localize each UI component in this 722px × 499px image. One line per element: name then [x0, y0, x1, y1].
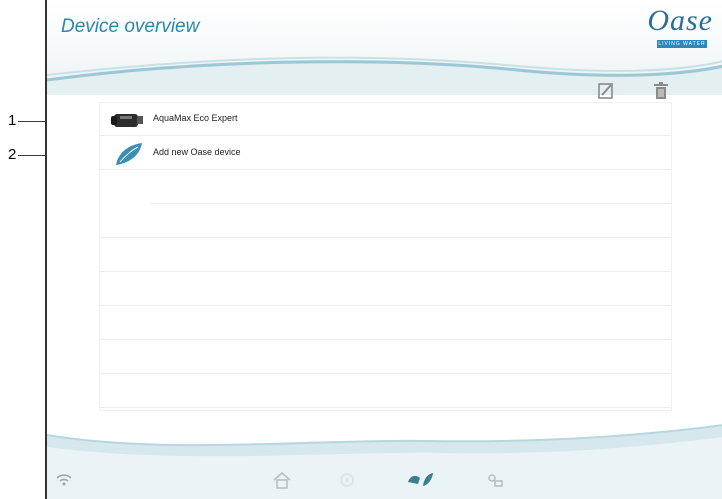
- header: Device overview Oase LIVING WATER: [47, 0, 722, 95]
- empty-row: [150, 171, 671, 204]
- device-list: AquaMax Eco Expert Add new Oase device: [100, 103, 671, 410]
- empty-row: [100, 239, 671, 272]
- empty-row: [100, 205, 671, 238]
- leaf-icon: [116, 143, 142, 165]
- edit-icon[interactable]: [597, 82, 615, 100]
- logo-tagline: LIVING WATER: [657, 40, 707, 48]
- empty-row: [100, 341, 671, 374]
- logo-wordmark: Oase: [647, 4, 713, 37]
- settings-icon[interactable]: [337, 470, 357, 490]
- empty-row: [100, 273, 671, 306]
- wifi-icon[interactable]: [54, 470, 74, 490]
- list-item-add-device[interactable]: Add new Oase device: [100, 137, 671, 170]
- header-wave: [47, 56, 722, 95]
- callout-2: 2: [8, 146, 17, 163]
- callout-1: 1: [8, 112, 17, 129]
- trash-icon[interactable]: [652, 82, 670, 100]
- brand-logo: Oase LIVING WATER: [615, 4, 713, 50]
- app-screen: Device overview Oase LIVING WATER AquaMa…: [45, 0, 722, 499]
- device-label: Add new Oase device: [153, 147, 241, 157]
- pump-icon: [111, 114, 143, 127]
- home-icon[interactable]: [272, 470, 292, 490]
- device-label: AquaMax Eco Expert: [153, 113, 238, 123]
- connect-icon[interactable]: [485, 470, 505, 490]
- page-title: Device overview: [61, 16, 200, 37]
- empty-row: [100, 307, 671, 340]
- devices-icon[interactable]: [407, 470, 435, 490]
- tab-bar: [47, 460, 722, 499]
- figure: 1 2 Device overview Oase LIVING WATER Aq…: [0, 0, 722, 499]
- list-item-aquamax[interactable]: AquaMax Eco Expert: [100, 103, 671, 136]
